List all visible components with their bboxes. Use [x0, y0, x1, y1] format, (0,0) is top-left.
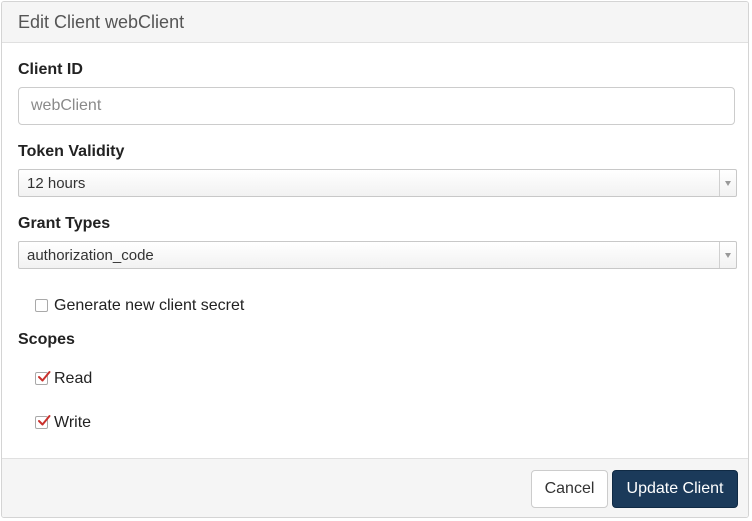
cancel-button[interactable]: Cancel [531, 470, 608, 508]
scope-write-checkbox[interactable] [35, 415, 51, 429]
dialog-title: Edit Client webClient [18, 12, 185, 32]
checkmark-icon [38, 415, 51, 426]
dialog-header: Edit Client webClient [2, 2, 748, 43]
edit-client-dialog: Edit Client webClient Client ID Token Va… [1, 1, 749, 518]
grant-types-select[interactable]: authorization_code [18, 241, 737, 269]
chevron-down-icon [719, 170, 736, 196]
token-validity-label: Token Validity [18, 143, 125, 160]
checkmark-icon [38, 371, 51, 382]
scopes-label: Scopes [18, 331, 75, 348]
client-id-label: Client ID [18, 61, 83, 78]
generate-secret-label: Generate new client secret [54, 297, 245, 314]
token-validity-select[interactable]: 12 hours [18, 169, 737, 197]
grant-types-label: Grant Types [18, 215, 111, 232]
scope-read-checkbox[interactable] [35, 371, 51, 385]
token-validity-value: 12 hours [27, 175, 86, 192]
grant-types-value: authorization_code [27, 247, 154, 264]
client-id-input[interactable] [18, 87, 735, 125]
scope-read-label: Read [54, 370, 93, 387]
dialog-footer: Cancel Update Client [2, 458, 748, 517]
chevron-down-icon [719, 242, 736, 268]
generate-secret-checkbox[interactable] [35, 299, 48, 312]
update-client-button[interactable]: Update Client [612, 470, 738, 508]
scope-write-label: Write [54, 414, 92, 431]
